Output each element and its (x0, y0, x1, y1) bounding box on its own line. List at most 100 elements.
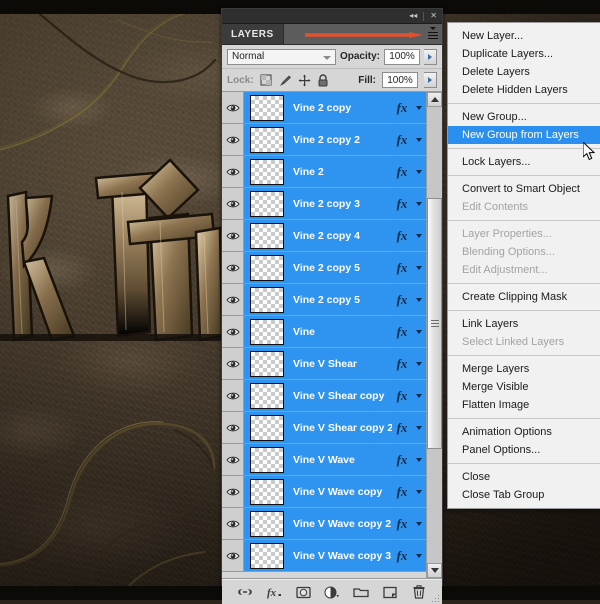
close-icon[interactable]: ✕ (428, 12, 439, 20)
layer-visibility-eye-icon[interactable] (222, 316, 244, 347)
lock-all-icon[interactable] (317, 73, 330, 87)
new-layer-icon[interactable] (382, 584, 398, 600)
lock-image-pixels-icon[interactable] (279, 74, 292, 87)
layer-effects-fx-icon[interactable]: fx (392, 164, 412, 180)
layer-list-scrollbar[interactable] (426, 92, 442, 578)
fx-expand-caret-icon[interactable] (412, 457, 426, 462)
layer-thumbnail[interactable] (250, 190, 284, 217)
menu-item[interactable]: Convert to Smart Object (448, 180, 600, 198)
table-row[interactable]: Vine 2 copy fx (222, 92, 426, 124)
menu-item[interactable]: Link Layers (448, 315, 600, 333)
layer-visibility-eye-icon[interactable] (222, 444, 244, 475)
layer-effects-fx-icon[interactable]: fx (392, 260, 412, 276)
menu-item[interactable]: Panel Options... (448, 441, 600, 459)
new-group-folder-icon[interactable] (353, 584, 369, 600)
opacity-input[interactable]: 100% (384, 48, 420, 65)
link-layers-icon[interactable] (237, 584, 253, 600)
layer-thumbnail[interactable] (250, 414, 284, 441)
table-row[interactable]: Vine 2 copy 5 fx (222, 284, 426, 316)
fx-expand-caret-icon[interactable] (412, 521, 426, 526)
table-row[interactable]: Vine 2 fx (222, 156, 426, 188)
layer-thumbnail[interactable] (250, 222, 284, 249)
fx-expand-caret-icon[interactable] (412, 297, 426, 302)
scrollbar-track[interactable] (427, 107, 442, 563)
scrollbar-thumb[interactable] (427, 198, 442, 449)
table-row[interactable]: Vine V Shear fx (222, 348, 426, 380)
layers-panel-context-menu[interactable]: New Layer... Duplicate Layers... Delete La… (447, 22, 600, 509)
fx-expand-caret-icon[interactable] (412, 265, 426, 270)
scroll-down-arrow-icon[interactable] (427, 563, 442, 578)
fx-expand-caret-icon[interactable] (412, 425, 426, 430)
layer-thumbnail[interactable] (250, 126, 284, 153)
table-row[interactable]: Vine V Wave copy fx (222, 476, 426, 508)
blend-mode-select[interactable]: Normal (227, 48, 336, 65)
layer-visibility-eye-icon[interactable] (222, 540, 244, 571)
fx-expand-caret-icon[interactable] (412, 361, 426, 366)
menu-item[interactable]: Delete Layers (448, 63, 600, 81)
delete-layer-trash-icon[interactable] (411, 584, 427, 600)
lock-transparent-pixels-icon[interactable] (260, 74, 273, 87)
layer-thumbnail[interactable] (250, 510, 284, 537)
menu-item[interactable]: Flatten Image (448, 396, 600, 414)
menu-item[interactable]: Close Tab Group (448, 486, 600, 504)
menu-item[interactable]: Create Clipping Mask (448, 288, 600, 306)
table-row[interactable]: Vine 2 copy 3 fx (222, 188, 426, 220)
layer-visibility-eye-icon[interactable] (222, 156, 244, 187)
fill-slider-button[interactable] (424, 72, 437, 88)
table-row[interactable]: Vine 2 copy 2 fx (222, 124, 426, 156)
menu-item[interactable]: Animation Options (448, 423, 600, 441)
fx-expand-caret-icon[interactable] (412, 553, 426, 558)
fx-expand-caret-icon[interactable] (412, 489, 426, 494)
layer-visibility-eye-icon[interactable] (222, 220, 244, 251)
layer-effects-fx-icon[interactable]: fx (392, 420, 412, 436)
layer-effects-fx-icon[interactable]: fx (392, 388, 412, 404)
menu-item[interactable]: Close (448, 468, 600, 486)
layer-visibility-eye-icon[interactable] (222, 284, 244, 315)
layers-panel[interactable]: ◂◂ ✕ LAYERS Normal Opacity: 100% Lock: F… (221, 8, 443, 604)
layer-visibility-eye-icon[interactable] (222, 348, 244, 379)
layer-thumbnail[interactable] (250, 446, 284, 473)
fill-input[interactable]: 100% (382, 72, 418, 88)
layer-visibility-eye-icon[interactable] (222, 124, 244, 155)
fx-expand-caret-icon[interactable] (412, 233, 426, 238)
layer-thumbnail[interactable] (250, 158, 284, 185)
layer-effects-fx-icon[interactable]: fx (392, 132, 412, 148)
layer-list-container[interactable]: Vine 2 copy fx Vine 2 copy 2 fx Vine 2 fx Vine… (222, 92, 442, 579)
menu-item[interactable]: New Layer... (448, 27, 600, 45)
add-layer-mask-icon[interactable] (295, 584, 311, 600)
add-layer-style-fx-icon[interactable]: fx (266, 584, 282, 600)
menu-item[interactable]: New Group from Layers (448, 126, 600, 144)
fx-expand-caret-icon[interactable] (412, 393, 426, 398)
layer-effects-fx-icon[interactable]: fx (392, 548, 412, 564)
layer-thumbnail[interactable] (250, 254, 284, 281)
layer-thumbnail[interactable] (250, 382, 284, 409)
lock-position-icon[interactable] (298, 74, 311, 87)
layer-thumbnail[interactable] (250, 286, 284, 313)
fx-expand-caret-icon[interactable] (412, 137, 426, 142)
layer-visibility-eye-icon[interactable] (222, 92, 244, 123)
layer-visibility-eye-icon[interactable] (222, 476, 244, 507)
layer-thumbnail[interactable] (250, 542, 284, 569)
opacity-slider-button[interactable] (424, 48, 437, 65)
menu-item[interactable]: New Group... (448, 108, 600, 126)
table-row[interactable]: Vine V Shear copy 2 fx (222, 412, 426, 444)
layer-effects-fx-icon[interactable]: fx (392, 356, 412, 372)
menu-item[interactable]: Duplicate Layers... (448, 45, 600, 63)
new-adjustment-layer-icon[interactable] (324, 584, 340, 600)
layer-effects-fx-icon[interactable]: fx (392, 228, 412, 244)
collapse-double-arrow-icon[interactable]: ◂◂ (407, 12, 419, 20)
panel-menu-button[interactable] (424, 24, 442, 44)
layer-visibility-eye-icon[interactable] (222, 380, 244, 411)
layer-thumbnail[interactable] (250, 318, 284, 345)
fx-expand-caret-icon[interactable] (412, 169, 426, 174)
panel-resize-grip[interactable] (432, 595, 440, 603)
fx-expand-caret-icon[interactable] (412, 329, 426, 334)
layer-effects-fx-icon[interactable]: fx (392, 452, 412, 468)
table-row[interactable]: Vine V Wave fx (222, 444, 426, 476)
table-row[interactable]: Vine V Wave copy 3 fx (222, 540, 426, 572)
table-row[interactable]: Vine V Shear copy fx (222, 380, 426, 412)
layer-effects-fx-icon[interactable]: fx (392, 516, 412, 532)
tab-layers[interactable]: LAYERS (222, 24, 284, 44)
menu-item[interactable]: Lock Layers... (448, 153, 600, 171)
layer-thumbnail[interactable] (250, 478, 284, 505)
